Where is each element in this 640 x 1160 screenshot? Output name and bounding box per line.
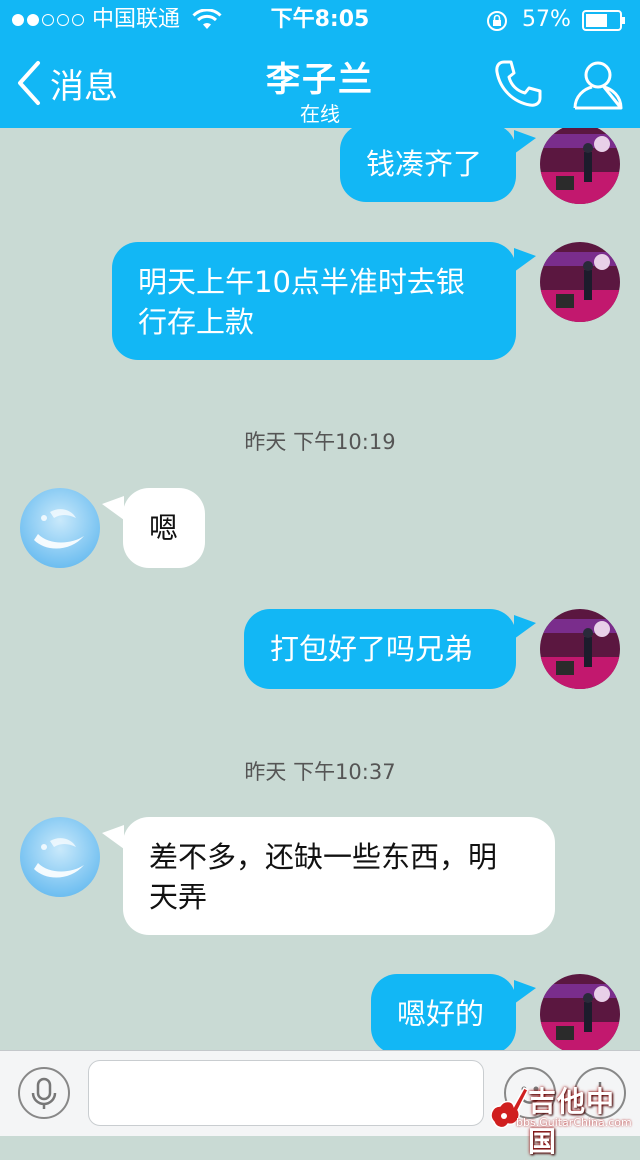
bubble-tail: [514, 248, 536, 272]
avatar-contact[interactable]: [20, 488, 100, 568]
message-bubble[interactable]: 钱凑齐了: [340, 128, 516, 202]
battery-percentage: 57%: [522, 7, 571, 32]
avatar-self[interactable]: [540, 974, 620, 1050]
avatar-self[interactable]: [540, 242, 620, 322]
avatar-contact[interactable]: [20, 817, 100, 897]
header: 中国联通 下午8:05 57% 消息 李子兰 在线: [0, 0, 640, 128]
message-bubble[interactable]: 嗯: [123, 488, 205, 568]
avatar-self[interactable]: [540, 128, 620, 204]
bubble-tail: [514, 980, 536, 1004]
bubble-tail: [514, 615, 536, 639]
phone-icon[interactable]: [492, 58, 544, 110]
watermark: 吉他中国 bbs.GuitarChina.com: [486, 1080, 636, 1158]
message-bubble[interactable]: 打包好了吗兄弟: [244, 609, 516, 689]
message-bubble[interactable]: 嗯好的: [371, 974, 516, 1050]
bubble-tail: [102, 825, 124, 849]
message-bubble[interactable]: 明天上午10点半准时去银 行存上款: [112, 242, 516, 360]
avatar-self[interactable]: [540, 609, 620, 689]
microphone-icon[interactable]: [18, 1067, 70, 1119]
contact-status: 在线: [300, 102, 340, 126]
nav-bar: 消息 李子兰 在线: [0, 40, 640, 128]
contact-name: 李子兰: [266, 60, 374, 100]
person-icon[interactable]: [570, 56, 626, 112]
rotation-lock-icon: [487, 11, 507, 31]
timestamp: 昨天 下午10:37: [244, 760, 396, 784]
bubble-tail: [514, 130, 536, 154]
battery-icon: [582, 10, 625, 31]
status-bar: 中国联通 下午8:05 57%: [0, 0, 640, 40]
timestamp: 昨天 下午10:19: [244, 430, 396, 454]
chat-area[interactable]: 钱凑齐了 明天上午10点半准时去银 行存上款 昨天 下午10:19 嗯 打包好了…: [0, 128, 640, 1050]
bubble-tail: [102, 496, 124, 520]
message-bubble[interactable]: 差不多，还缺一些东西，明 天弄: [123, 817, 555, 935]
message-input[interactable]: [88, 1060, 484, 1126]
watermark-subtitle: bbs.GuitarChina.com: [516, 1116, 632, 1129]
